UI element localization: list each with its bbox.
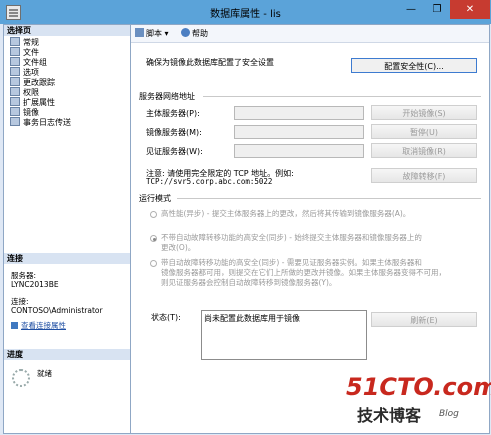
watermark-logo: 51CTO.com: [346, 373, 491, 401]
page-mirroring[interactable]: 镜像: [10, 107, 39, 117]
page-icon: [10, 97, 20, 106]
page-filegroups[interactable]: 文件组: [10, 57, 47, 67]
remove-mirroring-button[interactable]: 取消镜像(R): [371, 143, 477, 158]
mode-auto-failover-line-1: 带自动故障转移功能的高安全(同步) - 需要见证服务器实例。如果主体服务器和: [161, 258, 422, 267]
divider: [177, 198, 481, 199]
mode-high-safety-radio[interactable]: [150, 235, 157, 242]
witness-field[interactable]: [234, 144, 364, 158]
script-button[interactable]: 脚本 ▾: [135, 28, 169, 39]
principal-label: 主体服务器(P):: [146, 109, 200, 118]
status-label: 状态(T):: [151, 313, 181, 322]
page-icon: [10, 77, 20, 86]
page-extended-properties[interactable]: 扩展属性: [10, 97, 55, 107]
connection-header: 连接: [4, 253, 131, 264]
mirror-label: 镜像服务器(M):: [146, 128, 202, 137]
page-icon: [10, 117, 20, 126]
server-value: LYNC2013BE: [11, 280, 59, 289]
page-icon: [10, 37, 20, 46]
watermark-text: 技术博客: [357, 406, 422, 425]
title-bar: 数据库属性 - lis — ❐ ✕: [0, 0, 491, 24]
progress-status: 就绪: [37, 369, 52, 378]
progress-header: 进度: [4, 349, 131, 360]
divider: [203, 96, 481, 97]
pause-button[interactable]: 暂停(U): [371, 124, 477, 139]
connection-value: CONTOSO\Administrator: [11, 306, 103, 315]
mode-high-performance-radio[interactable]: [150, 211, 157, 218]
failover-button[interactable]: 故障转移(F): [371, 168, 477, 183]
mode-auto-failover-radio[interactable]: [150, 260, 157, 267]
minimize-button[interactable]: —: [398, 0, 424, 19]
page-files[interactable]: 文件: [10, 47, 39, 57]
page-icon: [10, 87, 20, 96]
page-icon: [10, 47, 20, 56]
page-icon: [10, 67, 20, 76]
close-button[interactable]: ✕: [450, 0, 490, 19]
start-mirroring-button[interactable]: 开始镜像(S): [371, 105, 477, 120]
mode-auto-failover-line-2: 镜像服务器都可用，则提交在它们上所做的更改并镜像。如果主体服务器变得不可用，: [161, 268, 446, 277]
page-change-tracking[interactable]: 更改跟踪: [10, 77, 55, 87]
principal-field[interactable]: [234, 106, 364, 120]
properties-icon: [11, 322, 18, 329]
status-value: 尚未配置此数据库用于镜像: [204, 314, 300, 323]
mirroring-panel: 脚本 ▾ 帮助 确保为镜像此数据库配置了安全设置 配置安全性(C)... 服务器…: [130, 24, 491, 434]
view-connection-properties-link[interactable]: 查看连接属性: [11, 321, 66, 331]
status-box: 尚未配置此数据库用于镜像: [201, 310, 367, 360]
page-log-shipping[interactable]: 事务日志传送: [10, 117, 71, 127]
mode-high-safety-line-2: 更改(O)。: [161, 243, 196, 252]
watermark-blog: Blog: [439, 409, 459, 419]
server-addresses-title: 服务器网络地址: [139, 92, 195, 101]
progress-spinner-icon: [12, 369, 30, 387]
mode-high-safety-line-1: 不带自动故障转移功能的高安全(同步) - 始终提交主体服务器和镜像服务器上的: [161, 233, 422, 242]
operating-mode-title: 运行模式: [139, 194, 171, 203]
mode-high-performance-label: 高性能(异步) - 提交主体服务器上的更改，然后将其传输到镜像服务器(A)。: [161, 209, 411, 218]
select-page-header: 选择页: [4, 25, 131, 36]
left-panel: 选择页 常规 文件 文件组 选项 更改跟踪 权限 扩展属性 镜像 事务日志传送 …: [3, 24, 132, 434]
toolbar: 脚本 ▾ 帮助: [131, 25, 489, 43]
page-icon: [10, 107, 20, 116]
configure-security-button[interactable]: 配置安全性(C)...: [351, 58, 477, 73]
note-line-2: TCP://svr5.corp.abc.com:5022: [146, 177, 273, 186]
page-options[interactable]: 选项: [10, 67, 39, 77]
refresh-button[interactable]: 刷新(E): [371, 312, 477, 327]
mirror-field[interactable]: [234, 125, 364, 139]
help-button[interactable]: 帮助: [181, 28, 208, 39]
security-intro: 确保为镜像此数据库配置了安全设置: [146, 58, 274, 67]
maximize-button[interactable]: ❐: [424, 0, 450, 19]
script-icon: [135, 28, 144, 37]
mode-auto-failover-line-3: 则见证服务器会控制自动故障转移到镜像服务器(Y)。: [161, 278, 337, 287]
page-permissions[interactable]: 权限: [10, 87, 39, 97]
help-icon: [181, 28, 190, 37]
page-general[interactable]: 常规: [10, 37, 39, 47]
page-icon: [10, 57, 20, 66]
witness-label: 见证服务器(W):: [146, 147, 203, 156]
